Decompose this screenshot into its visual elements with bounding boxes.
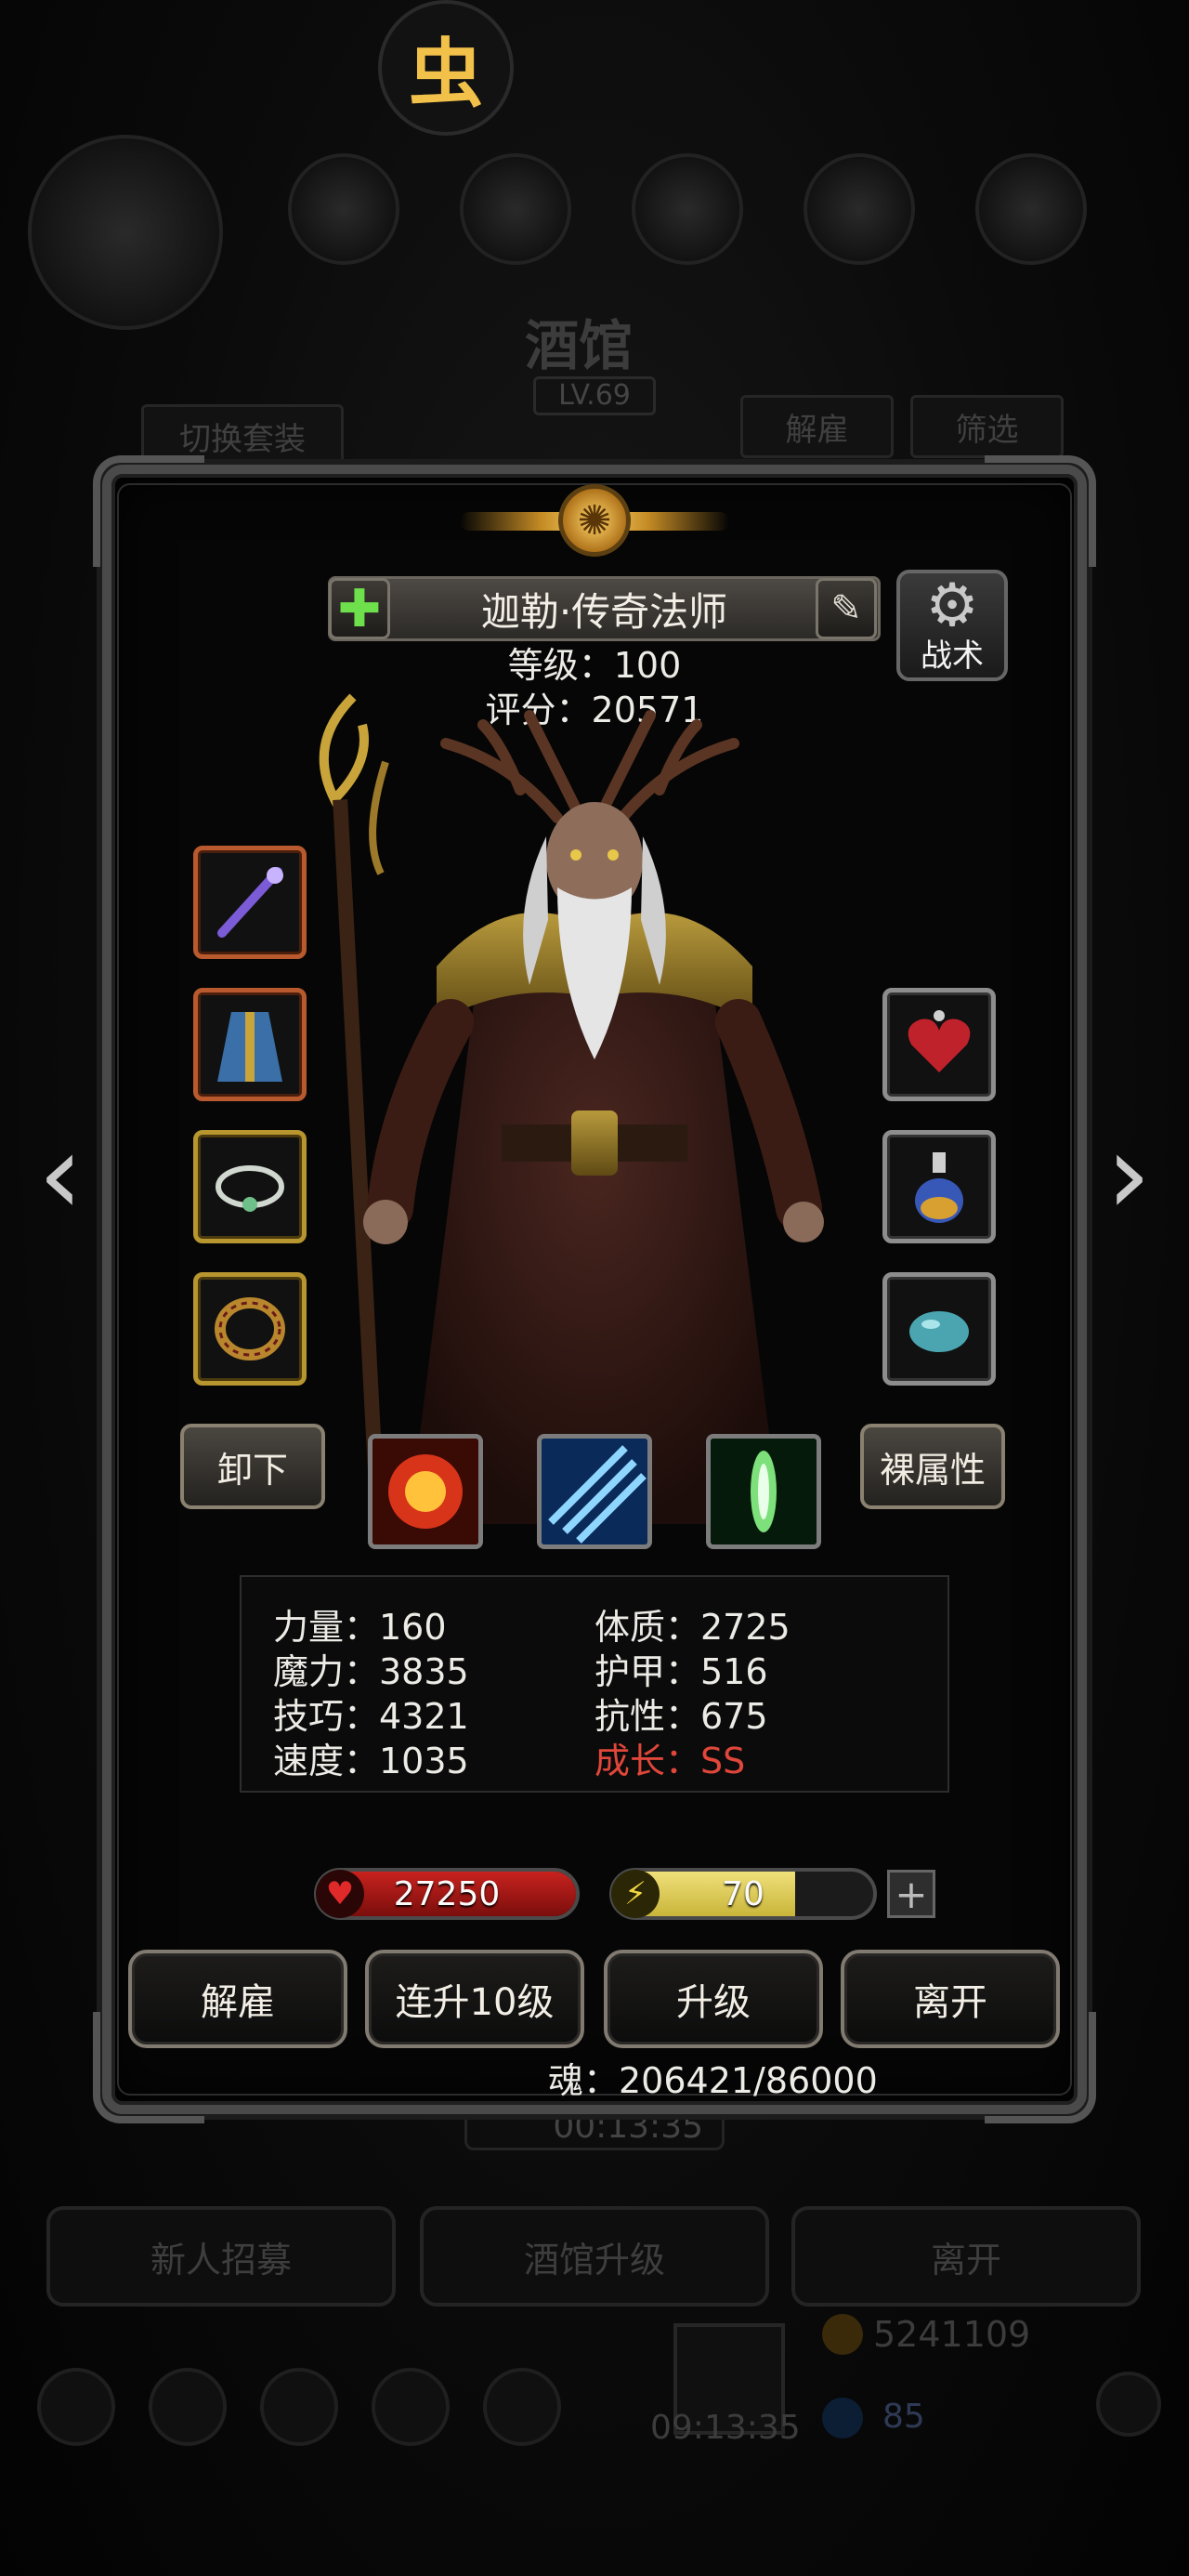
plus-icon: ✚ [337, 578, 382, 639]
bg-nav-icon-2 [149, 2368, 227, 2446]
equip-slot-stone[interactable] [882, 1272, 996, 1386]
equip-slot-armor[interactable] [193, 988, 307, 1101]
frame-corner-tr [985, 455, 1096, 567]
bg-bottom-timer: 09:13:35 [650, 2409, 801, 2447]
bg-menu-icon-4 [804, 153, 915, 265]
equip-slot-necklace[interactable] [193, 1130, 307, 1243]
prev-hero-arrow[interactable]: ‹ [19, 1120, 102, 1231]
equip-slot-potion[interactable] [882, 1130, 996, 1243]
bg-menu-icon-2 [460, 153, 571, 265]
blue-stone-icon [909, 1311, 969, 1352]
bg-gold-icon [822, 2314, 863, 2355]
heart-amulet-icon [908, 1010, 971, 1072]
robe-armor-icon [217, 1012, 282, 1082]
stat-skill: 技巧：4321 [273, 1696, 469, 1737]
stat-speed: 速度：1035 [273, 1741, 469, 1781]
stat-armor: 护甲：516 [594, 1651, 768, 1692]
equip-slot-amulet[interactable] [882, 988, 996, 1101]
soul-counter: 魂：206421/86000 [548, 2060, 878, 2101]
stat-constitution: 体质：2725 [594, 1607, 790, 1648]
bg-gem-icon [822, 2398, 863, 2438]
bg-avatar [28, 135, 223, 330]
necklace-icon [216, 1165, 284, 1212]
dialog-crest: ✺ [460, 469, 729, 572]
chevron-right-icon: › [1106, 1111, 1151, 1240]
gear-icon: ⚙ [925, 571, 979, 640]
equip-slot-weapon[interactable] [193, 846, 307, 959]
bg-title: 酒馆 [525, 314, 634, 377]
stat-growth: 成长：SS [594, 1741, 746, 1781]
bg-gem-count: 85 [882, 2398, 925, 2436]
green-light-icon [711, 1439, 817, 1544]
bg-menu-icon-5 [975, 153, 1087, 265]
ice-slash-icon [542, 1439, 647, 1544]
crest-emblem-icon: ✺ [558, 484, 631, 557]
skill-slot-3[interactable] [706, 1434, 821, 1549]
hero-name-bar: 迦勒·传奇法师 [328, 576, 881, 641]
bg-menu-icon-3 [632, 153, 743, 265]
edit-icon: ✎ [830, 587, 862, 630]
potion-flask-icon [915, 1152, 963, 1223]
skill-slot-2[interactable] [537, 1434, 652, 1549]
next-hero-arrow[interactable]: › [1087, 1120, 1170, 1231]
equip-slot-ring[interactable] [193, 1272, 307, 1386]
unequip-button[interactable]: 卸下 [180, 1424, 325, 1509]
rename-button[interactable]: ✎ [816, 578, 877, 639]
lightning-icon: ⚡ [611, 1870, 660, 1918]
hero-level: 等级：100 [507, 645, 682, 686]
app-logo-icon: 虫 [378, 0, 514, 136]
stat-strength: 力量：160 [273, 1607, 447, 1648]
bg-add-icon [1096, 2372, 1161, 2437]
hero-portrait [319, 693, 824, 1524]
bare-stats-button[interactable]: 裸属性 [860, 1424, 1005, 1509]
tactics-label: 战术 [921, 637, 984, 675]
bg-recruit-button: 新人招募 [46, 2206, 396, 2307]
bg-nav-icon-4 [372, 2368, 450, 2446]
tactics-button[interactable]: ⚙ 战术 [896, 570, 1008, 681]
heart-icon: ♥ [316, 1870, 364, 1918]
hero-name: 迦勒·传奇法师 [480, 588, 728, 635]
bg-nav-icon-3 [260, 2368, 338, 2446]
bg-menu-icon-1 [288, 153, 399, 265]
staff-weapon-icon [217, 867, 283, 938]
bg-dismiss-button: 解雇 [740, 395, 894, 458]
add-button[interactable]: ✚ [329, 578, 390, 639]
add-energy-button[interactable]: + [887, 1870, 935, 1918]
plus-icon: + [895, 1871, 928, 1917]
bg-level: LV.69 [533, 376, 656, 415]
skill-slot-1[interactable] [368, 1434, 483, 1549]
fire-explosion-icon [372, 1439, 478, 1544]
ring-icon [215, 1297, 285, 1360]
bg-leave-button: 离开 [791, 2206, 1141, 2307]
level-up-button[interactable]: 升级 [604, 1950, 823, 2048]
bg-filter-button: 筛选 [910, 395, 1064, 458]
bg-nav-icon-5 [483, 2368, 561, 2446]
chevron-left-icon: ‹ [38, 1111, 83, 1240]
level-up-10-button[interactable]: 连升10级 [365, 1950, 584, 2048]
bg-gold-count: 5241109 [873, 2314, 1031, 2355]
bg-upgrade-tavern-button: 酒馆升级 [420, 2206, 769, 2307]
leave-button[interactable]: 离开 [841, 1950, 1060, 2048]
dismiss-button[interactable]: 解雇 [128, 1950, 347, 2048]
stat-magic: 魔力：3835 [273, 1651, 469, 1692]
stat-resistance: 抗性：675 [594, 1696, 768, 1737]
bg-nav-icon-1 [37, 2368, 115, 2446]
frame-corner-tl [93, 455, 204, 567]
